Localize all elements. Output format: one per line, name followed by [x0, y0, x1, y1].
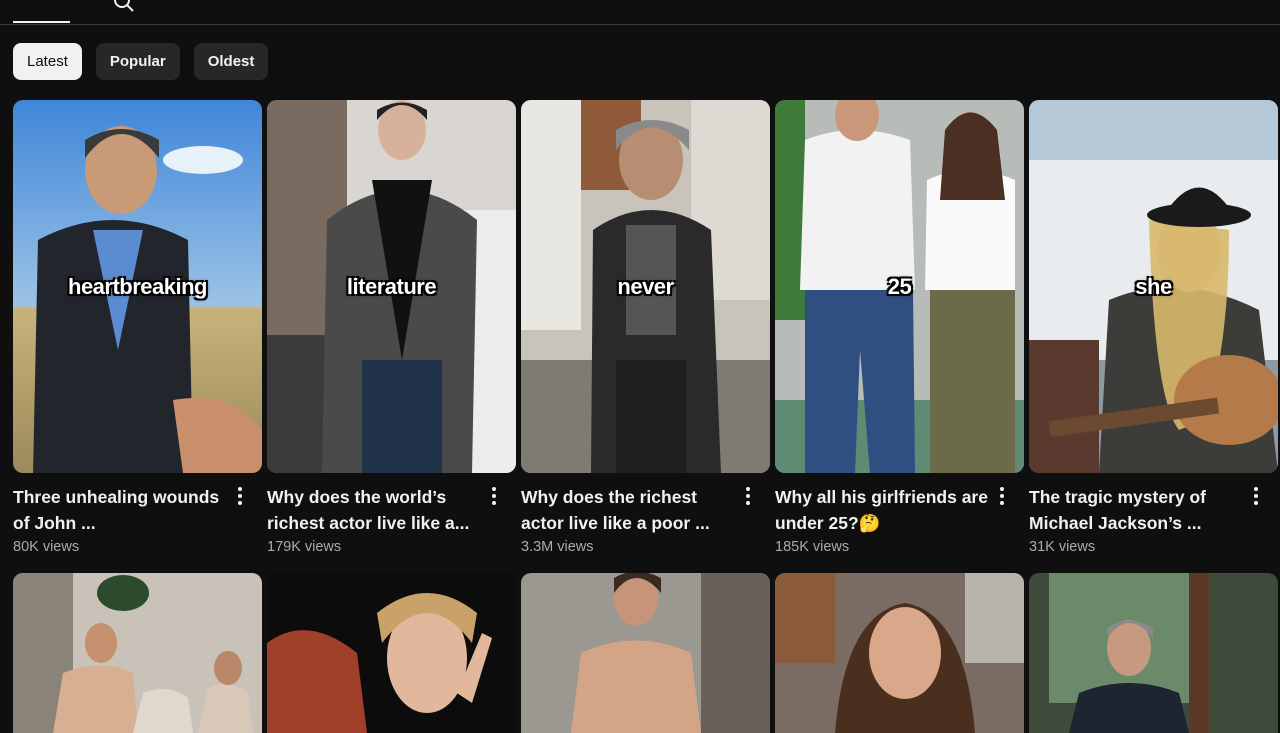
- short-thumbnail[interactable]: she: [1029, 100, 1278, 473]
- thumbnail-caption: 25: [887, 273, 912, 299]
- short-card[interactable]: literature Why does the world’s richest …: [267, 100, 516, 555]
- tab-shorts[interactable]: Shorts: [13, 0, 70, 23]
- view-count: 185K views: [775, 539, 850, 555]
- short-card[interactable]: she The tragic mystery of Michael Jackso…: [1029, 100, 1278, 555]
- short-thumbnail[interactable]: [521, 573, 770, 733]
- more-vert-icon[interactable]: [228, 484, 252, 508]
- short-thumbnail[interactable]: 25: [775, 100, 1024, 473]
- short-title[interactable]: Why does the world’s richest actor live …: [267, 484, 482, 536]
- search-icon[interactable]: [112, 0, 136, 14]
- short-card[interactable]: [267, 573, 516, 733]
- more-vert-icon[interactable]: [1244, 484, 1268, 508]
- chip-oldest[interactable]: Oldest: [193, 43, 269, 80]
- more-vert-icon[interactable]: [736, 484, 760, 508]
- short-card[interactable]: never Why does the richest actor live li…: [521, 100, 770, 555]
- short-thumbnail[interactable]: never: [521, 100, 770, 473]
- short-thumbnail[interactable]: [267, 573, 516, 733]
- short-card[interactable]: heartbreaking Three unhealing wounds of …: [13, 100, 262, 555]
- channel-tab-bar: Shorts: [0, 0, 1280, 25]
- chip-latest[interactable]: Latest: [13, 43, 82, 80]
- thumbnail-image: [267, 573, 516, 733]
- short-thumbnail[interactable]: [775, 573, 1024, 733]
- sort-chips: Latest Popular Oldest: [13, 43, 269, 80]
- short-thumbnail[interactable]: literature: [267, 100, 516, 473]
- view-count: 80K views: [13, 539, 80, 555]
- view-count: 3.3M views: [521, 539, 594, 555]
- short-card[interactable]: [775, 573, 1024, 733]
- view-count: 179K views: [267, 539, 342, 555]
- short-card[interactable]: [13, 573, 262, 733]
- thumbnail-caption: literature: [346, 273, 437, 299]
- short-title[interactable]: Three unhealing wounds of John ...: [13, 484, 228, 536]
- short-title[interactable]: The tragic mystery of Michael Jackson’s …: [1029, 484, 1244, 536]
- short-title[interactable]: Why does the richest actor live like a p…: [521, 484, 736, 536]
- short-thumbnail[interactable]: heartbreaking: [13, 100, 262, 473]
- thumbnail-image: [13, 573, 262, 733]
- view-count: 31K views: [1029, 539, 1096, 555]
- short-thumbnail[interactable]: [13, 573, 262, 733]
- thumbnail-image: [775, 573, 1024, 733]
- thumbnail-caption: heartbreaking: [68, 273, 208, 299]
- short-card[interactable]: [521, 573, 770, 733]
- more-vert-icon[interactable]: [990, 484, 1014, 508]
- short-card[interactable]: 25 Why all his girlfriends are under 25?…: [775, 100, 1024, 555]
- thumbnail-image: [521, 573, 770, 733]
- thumbnail-image: [1029, 573, 1278, 733]
- short-thumbnail[interactable]: [1029, 573, 1278, 733]
- short-title[interactable]: Why all his girlfriends are under 25?🤔: [775, 484, 990, 536]
- short-card[interactable]: [1029, 573, 1278, 733]
- thumbnail-caption: never: [617, 273, 674, 299]
- more-vert-icon[interactable]: [482, 484, 506, 508]
- chip-popular[interactable]: Popular: [95, 43, 180, 80]
- thumbnail-caption: she: [1135, 273, 1172, 299]
